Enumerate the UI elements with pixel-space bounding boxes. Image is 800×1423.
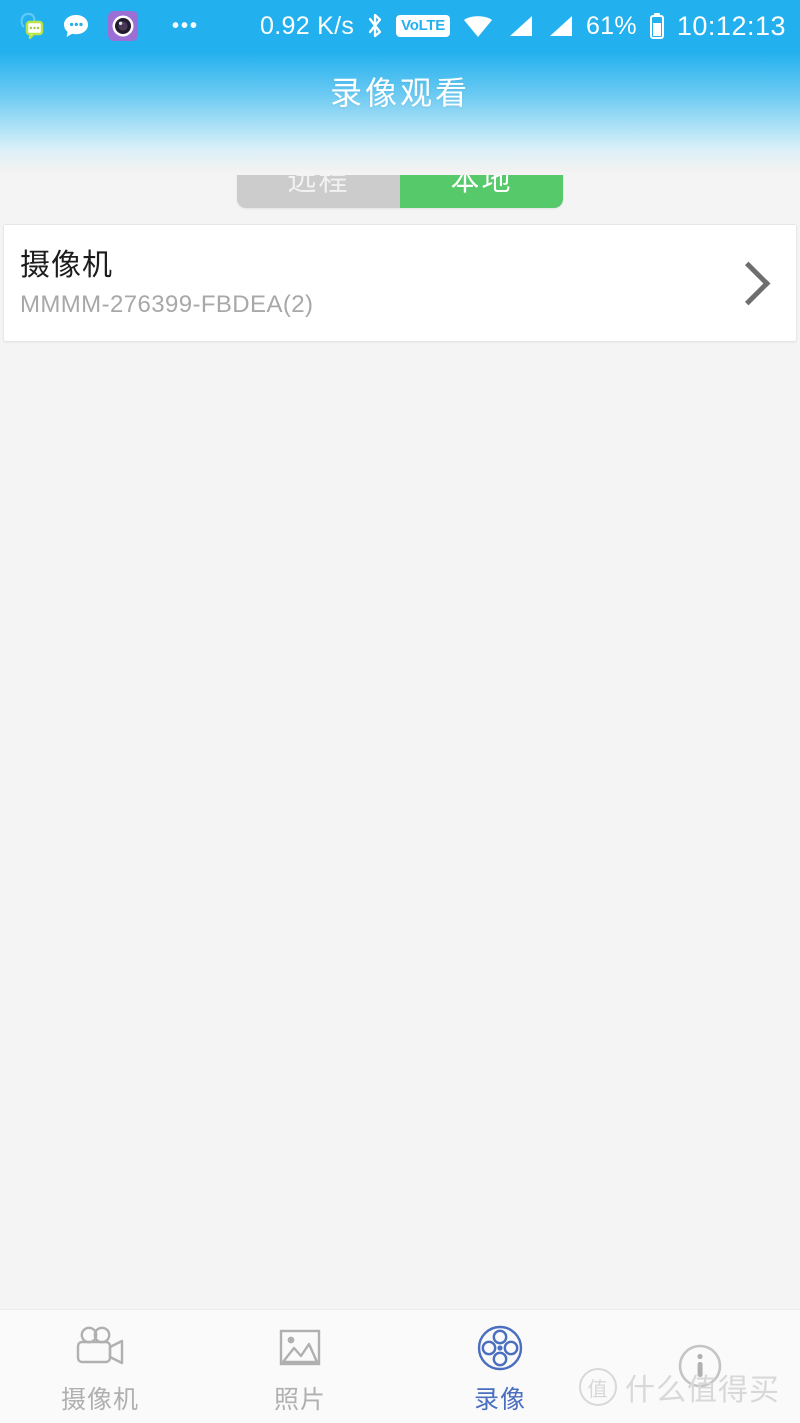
battery-icon bbox=[649, 12, 665, 40]
tab-video-label: 录像 bbox=[473, 1386, 526, 1414]
status-bar-right-cluster: 0.92 K/s VoLTE 61% 10:12:13 bbox=[260, 11, 786, 42]
status-bar: ••• 0.92 K/s VoLTE 61% 10:12:13 bbox=[0, 0, 800, 52]
lock-message-icon bbox=[18, 11, 44, 41]
list-item[interactable]: 摄像机 MMMM-276399-FBDEA(2) bbox=[3, 224, 797, 342]
app-root: ••• 0.92 K/s VoLTE 61% 10:12:13 录像观看 远程 … bbox=[0, 0, 800, 1423]
info-circle-icon bbox=[676, 1341, 724, 1391]
page-title: 录像观看 bbox=[329, 75, 470, 111]
app-header: ••• 0.92 K/s VoLTE 61% 10:12:13 录像观看 bbox=[0, 0, 800, 175]
device-id: MMMM-276399-FBDEA(2) bbox=[20, 291, 314, 319]
device-name: 摄像机 bbox=[20, 248, 113, 282]
device-list: 摄像机 MMMM-276399-FBDEA(2) bbox=[0, 224, 800, 1309]
wifi-icon bbox=[462, 13, 494, 39]
chevron-right-icon[interactable] bbox=[726, 261, 771, 305]
bluetooth-icon bbox=[366, 12, 384, 40]
camcorder-icon bbox=[72, 1323, 128, 1373]
tab-camera-label: 摄像机 bbox=[60, 1386, 139, 1414]
status-bar-left-icons: ••• bbox=[18, 11, 199, 41]
battery-percent-label: 61% bbox=[585, 11, 637, 40]
bottom-navigation: 摄像机 照片 录像 值 什么值得买 bbox=[0, 1309, 800, 1423]
volte-badge: VoLTE bbox=[396, 15, 450, 37]
overflow-dots-icon: ••• bbox=[172, 15, 200, 37]
image-icon bbox=[277, 1323, 323, 1373]
signal-bars-icon bbox=[506, 13, 534, 39]
network-speed-label: 0.92 K/s bbox=[260, 11, 355, 40]
film-reel-icon bbox=[476, 1323, 524, 1373]
tab-info[interactable] bbox=[600, 1310, 800, 1423]
chat-bubble-icon bbox=[62, 12, 90, 40]
tab-camera[interactable]: 摄像机 bbox=[0, 1310, 200, 1423]
signal-bars-icon bbox=[546, 13, 574, 39]
tab-photos[interactable]: 照片 bbox=[200, 1310, 400, 1423]
clock-label: 10:12:13 bbox=[676, 10, 786, 41]
camera-app-icon bbox=[108, 11, 138, 41]
tab-photos-label: 照片 bbox=[273, 1386, 326, 1414]
tab-video[interactable]: 录像 bbox=[400, 1310, 600, 1423]
device-texts: 摄像机 MMMM-276399-FBDEA(2) bbox=[20, 247, 733, 320]
